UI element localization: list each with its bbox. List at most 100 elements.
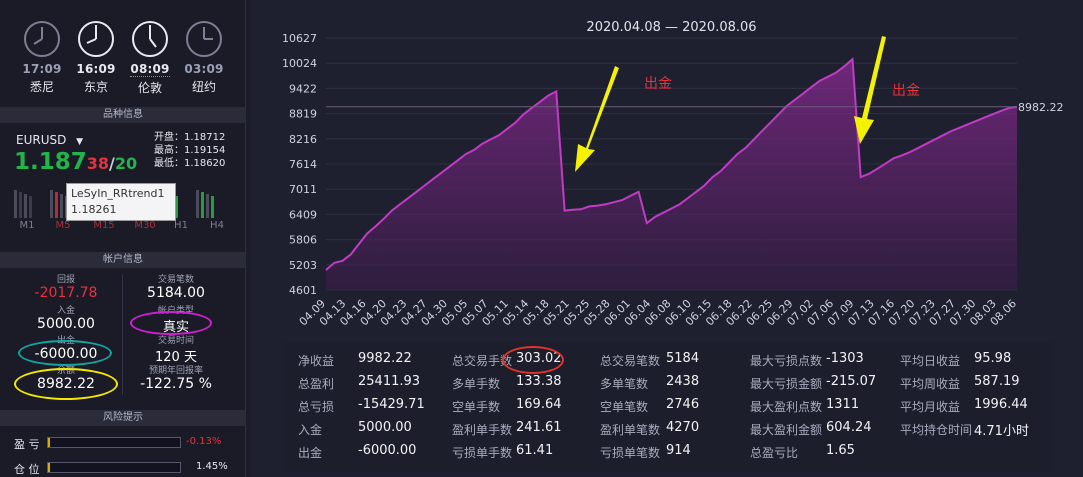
annotation-withdraw-1: 出金 (644, 76, 672, 92)
position-label: 仓 位 (14, 463, 40, 476)
annotation-ellipse-yellow (14, 368, 118, 400)
tf-h1[interactable]: H1 (166, 220, 196, 231)
stat-value: 95.98 (974, 351, 1012, 366)
signal-bar (55, 192, 58, 218)
y-tick-label: 6409 (289, 208, 317, 221)
clock-newyork: 03:09 纽约 (184, 20, 224, 95)
signal-bar (206, 194, 209, 218)
tooltip: LeSyIn_RRtrend1 1.18261 (66, 183, 176, 221)
drawdown-stat: 回报 -2017.78 (14, 272, 118, 301)
clock-time: 08:09 (130, 62, 170, 77)
stat-value: -215.07 (826, 374, 877, 389)
risk-section-header: 风险提示 (0, 410, 246, 426)
ohl-block: 开盘：1.18712 最高：1.19154 最低：1.18620 (154, 131, 225, 170)
clock-city: 伦敦 (137, 81, 162, 95)
clock-london: 08:09 伦敦 (130, 20, 170, 96)
y-tick-label: 9422 (289, 82, 317, 95)
stat-value: 1996.44 (974, 397, 1028, 412)
clock-face-icon (78, 21, 114, 57)
clock-face-icon (132, 21, 168, 57)
tf-m1[interactable]: M1 (12, 220, 42, 231)
y-tick-label: 7011 (289, 183, 317, 196)
divider (122, 275, 123, 395)
clock-time: 16:09 (76, 62, 116, 76)
stat-label: 盈利单笔数 (600, 423, 661, 437)
stat-label: 空单笔数 (600, 400, 649, 414)
stat-value: 4270 (666, 420, 700, 435)
signal-bar (60, 194, 63, 218)
stat-label: 最大盈利金额 (750, 423, 823, 437)
signal-bar (19, 192, 22, 218)
price-big: 1.187 (14, 149, 87, 175)
y-tick-label: 5806 (289, 234, 317, 247)
pl-label: 盈 亏 (14, 438, 40, 451)
signal-bar (196, 190, 199, 218)
clock-sydney: 17:09 悉尼 (22, 20, 62, 95)
tf-m30[interactable]: M30 (130, 220, 160, 231)
pl-value: -0.13% (186, 436, 222, 447)
stat-value: 1311 (826, 397, 860, 412)
stat-value: 587.19 (974, 374, 1020, 389)
clock-tokyo: 16:09 东京 (76, 20, 116, 95)
clock-time: 17:09 (22, 62, 62, 76)
trades-value: 5184.00 (147, 285, 205, 301)
tf-m15[interactable]: M15 (84, 220, 124, 231)
stat-label: 多单笔数 (600, 377, 649, 391)
stat-label: 空单手数 (452, 400, 501, 414)
stat-label: 多单手数 (452, 377, 501, 391)
stat-label: 亏损单笔数 (600, 446, 661, 460)
annotation-ellipse-teal (18, 340, 112, 366)
position-value: 1.45% (196, 461, 228, 472)
stat-value: 604.24 (826, 420, 872, 435)
deposit-stat: 入金 5000.00 (14, 303, 118, 332)
stat-value: 5000.00 (358, 420, 412, 435)
signal-bar (211, 196, 214, 218)
y-tick-label: 4601 (289, 284, 317, 297)
low-price: 最低：1.18620 (154, 158, 226, 169)
stat-label: 平均持仓时间 (900, 423, 973, 437)
pl-bar (47, 437, 181, 448)
stat-label: 亏损单手数 (452, 446, 513, 460)
stat-label: 出金 (298, 446, 323, 460)
stat-label: 平均日收益 (900, 354, 961, 368)
trade-time-stat: 交易时间 120 天 (124, 333, 228, 365)
signal-bar (50, 190, 53, 218)
stat-label: 净收益 (298, 354, 335, 368)
symbol-name: EURUSD (16, 133, 67, 147)
stat-value: -15429.71 (358, 397, 425, 412)
y-tick-label: 8819 (289, 108, 317, 121)
price-display: 1.18738/20 (14, 149, 137, 175)
stat-value: 5184 (666, 351, 700, 366)
stat-label: 最大盈利点数 (750, 400, 823, 414)
stat-label: 最大亏损金额 (750, 377, 823, 391)
y-tick-label: 10627 (282, 32, 317, 45)
annual-return-label: 预期年回报率 (148, 366, 203, 376)
stat-value: 2746 (666, 397, 700, 412)
annotation-ellipse-red (502, 346, 564, 374)
timeframe-labels: M1 M5 M15 M30 H1 H4 (12, 220, 232, 231)
annual-return-stat: 预期年回报率 -122.75 % (124, 363, 228, 392)
symbol-selector[interactable]: EURUSD ▼ (16, 133, 83, 147)
deposit-value: 5000.00 (37, 316, 95, 332)
trade-time-label: 交易时间 (157, 336, 194, 346)
price-bid: 38 (86, 154, 110, 173)
stat-label: 总盈亏比 (750, 446, 799, 460)
y-tick-label: 8216 (289, 133, 317, 146)
stat-label: 总盈利 (298, 377, 335, 391)
price-ask: 20 (114, 154, 138, 173)
clock-city: 东京 (83, 80, 108, 94)
left-panel: 17:09 悉尼 16:09 东京 08:09 伦敦 03:09 纽约 品种信息… (0, 0, 246, 477)
clock-city: 纽约 (191, 80, 216, 94)
clock-city: 悉尼 (29, 80, 54, 94)
stat-value: 169.64 (516, 397, 562, 412)
annotation-ellipse-magenta (130, 311, 212, 335)
stat-label: 最大亏损点数 (750, 354, 823, 368)
tf-h4[interactable]: H4 (202, 220, 232, 231)
stat-label: 总交易笔数 (600, 354, 661, 368)
stat-value: 2438 (666, 374, 700, 389)
position-bar (47, 462, 181, 473)
account-section-header: 帐户信息 (0, 252, 246, 268)
stat-value: 61.41 (516, 443, 554, 458)
chevron-down-icon: ▼ (76, 137, 84, 147)
tf-m5[interactable]: M5 (48, 220, 78, 231)
